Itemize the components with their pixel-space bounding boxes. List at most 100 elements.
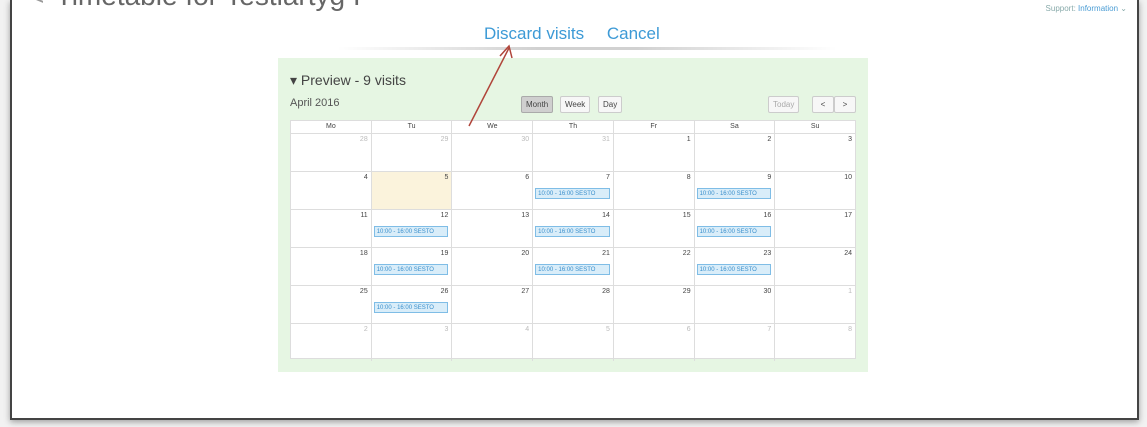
visit-event[interactable]: 10:00 - 16:00 SESTO — [535, 188, 610, 199]
visit-event[interactable]: 10:00 - 16:00 SESTO — [696, 264, 772, 275]
day-number: 6 — [525, 174, 530, 181]
calendar-day-cell[interactable]: 4 — [291, 172, 372, 209]
page-title-text: Timetable for Testiartyg I — [56, 0, 361, 11]
calendar-header: Mo Tu We Th Fr Sa Su — [291, 121, 855, 134]
calendar-week-row: 28 29 30 31 1 2 3 — [291, 134, 855, 172]
calendar-day-cell[interactable]: 29 — [614, 286, 695, 323]
calendar-day-cell[interactable]: 3 — [372, 324, 453, 361]
day-number: 2 — [363, 326, 368, 333]
view-day-button[interactable]: Day — [598, 96, 623, 113]
calendar-day-cell[interactable]: 6 — [614, 324, 695, 361]
calendar-day-cell[interactable]: 7 10:00 - 16:00 SESTO — [533, 172, 614, 209]
visit-event[interactable]: 10:00 - 16:00 SESTO — [535, 264, 610, 275]
calendar-day-cell[interactable]: 15 — [614, 210, 695, 247]
weekday-header: We — [452, 121, 534, 133]
calendar-day-cell[interactable]: 24 — [775, 248, 855, 285]
calendar-week-row: 4 5 6 7 10:00 - 16:00 SESTO 8 9 10:00 - 16:00 S… — [291, 172, 855, 210]
calendar-day-cell[interactable]: 1 — [775, 286, 855, 323]
day-number: 28 — [359, 136, 368, 143]
visit-event[interactable]: 10:00 - 16:00 SESTO — [696, 226, 772, 237]
calendar-day-cell[interactable]: 29 — [372, 134, 453, 171]
today-button[interactable]: Today — [768, 96, 800, 113]
day-number: 1 — [686, 136, 691, 143]
day-number: 8 — [686, 174, 691, 181]
cancel-button[interactable]: Cancel — [607, 24, 660, 43]
day-number: 25 — [359, 288, 368, 295]
calendar-day-cell[interactable]: 13 — [452, 210, 534, 247]
calendar-day-cell[interactable]: 10 — [775, 172, 855, 209]
calendar-day-cell[interactable]: 30 — [695, 286, 776, 323]
calendar-day-cell[interactable]: 12 10:00 - 16:00 SESTO — [372, 210, 453, 247]
calendar-body: 28 29 30 31 1 2 3 4 5 6 7 10:00 - 16:00 SESTO 8 9 10:0… — [291, 134, 855, 361]
weekday-header: Su — [810, 123, 820, 130]
calendar-week-row: 11 12 10:00 - 16:00 SESTO 13 14 10:00 - 16:00… — [291, 210, 855, 248]
day-number: 2 — [767, 136, 772, 143]
back-chevron-icon[interactable]: < — [28, 0, 44, 11]
calendar-week-row: 25 26 10:00 - 16:00 SESTO 27 28 29 30 1 — [291, 286, 855, 324]
weekday-header: Sa — [695, 121, 776, 133]
day-number: 30 — [521, 136, 530, 143]
calendar-day-cell[interactable]: 7 — [695, 324, 776, 361]
day-number: 29 — [440, 136, 449, 143]
day-number: 6 — [686, 326, 691, 333]
day-number: 1 — [848, 288, 853, 295]
day-number: 14 — [602, 212, 610, 219]
month-calendar: Mo Tu We Th Fr Sa Su 28 29 30 31 1 2 3 4 5 6 7 10:00 - 16… — [290, 120, 856, 361]
calendar-day-cell[interactable]: 8 — [775, 324, 855, 361]
day-number: 19 — [440, 250, 449, 257]
discard-visits-button[interactable]: Discard visits — [484, 24, 584, 43]
calendar-day-cell[interactable]: 1 — [614, 134, 695, 171]
calendar-day-cell[interactable]: 26 10:00 - 16:00 SESTO — [372, 286, 453, 323]
calendar-day-cell[interactable]: 18 — [291, 248, 372, 285]
day-number: 30 — [763, 288, 772, 295]
support-menu[interactable]: Support: Information ⌄ — [1046, 4, 1127, 13]
view-week-button[interactable]: Week — [560, 96, 591, 113]
calendar-day-cell[interactable]: 14 10:00 - 16:00 SESTO — [533, 210, 614, 247]
prev-month-button[interactable]: < — [812, 96, 834, 113]
visit-event[interactable]: 10:00 - 16:00 SESTO — [535, 226, 610, 237]
day-number: 13 — [521, 212, 530, 219]
view-month-button[interactable]: Month — [521, 96, 554, 113]
calendar-day-cell[interactable]: 6 — [452, 172, 534, 209]
next-month-button[interactable]: > — [834, 96, 856, 113]
calendar-week-row: 18 19 10:00 - 16:00 SESTO 20 21 10:00 - 16:00… — [291, 248, 855, 286]
calendar-day-cell[interactable]: 23 10:00 - 16:00 SESTO — [695, 248, 776, 285]
calendar-day-cell[interactable]: 28 — [291, 134, 372, 171]
calendar-day-cell[interactable]: 2 — [695, 134, 776, 171]
calendar-day-cell[interactable]: 11 — [291, 210, 372, 247]
day-number: 29 — [682, 288, 691, 295]
visit-event[interactable]: 10:00 - 16:00 SESTO — [373, 264, 449, 275]
calendar-day-cell[interactable]: 4 — [452, 324, 534, 361]
calendar-day-cell[interactable]: 5 — [533, 324, 614, 361]
calendar-day-cell[interactable]: 28 — [533, 286, 614, 323]
calendar-day-cell[interactable]: 20 — [452, 248, 534, 285]
calendar-day-cell[interactable]: 17 — [775, 210, 855, 247]
calendar-day-cell[interactable]: 22 — [614, 248, 695, 285]
calendar-day-cell[interactable]: 19 10:00 - 16:00 SESTO — [372, 248, 453, 285]
day-number: 5 — [444, 174, 449, 181]
preview-toggle[interactable]: ▾ Preview - 9 visits — [290, 72, 406, 89]
day-number: 9 — [767, 174, 772, 181]
calendar-day-cell[interactable]: 30 — [452, 134, 534, 171]
calendar-day-cell[interactable]: 3 — [775, 134, 855, 171]
app-window: < Timetable for Testiartyg I Support: In… — [10, 0, 1139, 420]
calendar-day-cell[interactable]: 8 — [614, 172, 695, 209]
day-number: 15 — [682, 212, 691, 219]
calendar-day-cell[interactable]: 27 — [452, 286, 534, 323]
day-number: 12 — [440, 212, 449, 219]
visit-event[interactable]: 10:00 - 16:00 SESTO — [373, 302, 449, 313]
visit-event[interactable]: 10:00 - 16:00 SESTO — [373, 226, 449, 237]
visit-event[interactable]: 10:00 - 16:00 SESTO — [696, 188, 772, 199]
support-information-link[interactable]: Information — [1078, 4, 1118, 13]
calendar-day-cell[interactable]: 9 10:00 - 16:00 SESTO — [695, 172, 776, 209]
calendar-day-cell[interactable]: 16 10:00 - 16:00 SESTO — [695, 210, 776, 247]
chevron-down-icon[interactable]: ⌄ — [1120, 4, 1127, 13]
calendar-day-cell[interactable]: 31 — [533, 134, 614, 171]
calendar-day-cell[interactable]: 21 10:00 - 16:00 SESTO — [533, 248, 614, 285]
calendar-day-today[interactable]: 5 — [371, 172, 453, 209]
day-number: 5 — [605, 326, 610, 333]
preview-panel: ▾ Preview - 9 visits April 2016 Month We… — [278, 58, 868, 372]
calendar-day-cell[interactable]: 25 — [291, 286, 372, 323]
weekday-header: Mo — [291, 121, 372, 133]
calendar-day-cell[interactable]: 2 — [291, 324, 372, 361]
